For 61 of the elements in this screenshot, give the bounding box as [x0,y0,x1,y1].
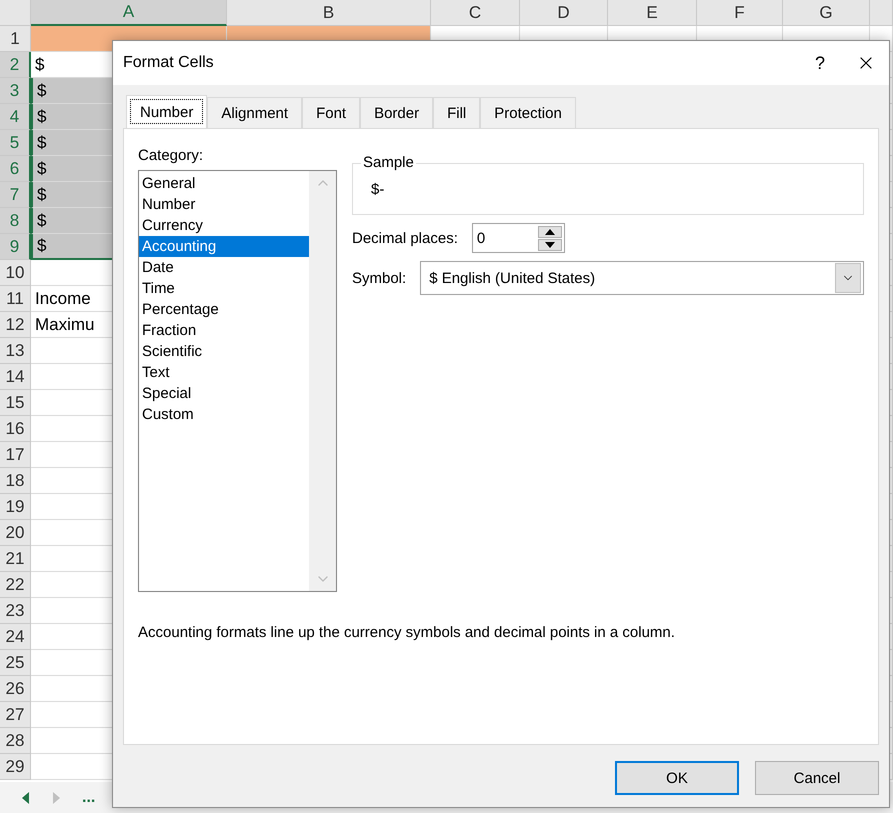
row-header[interactable]: 15 [0,390,31,416]
column-header[interactable]: C [431,0,520,26]
decimal-places-label: Decimal places: [352,230,458,246]
category-item[interactable]: Text [139,362,309,383]
row-header[interactable]: 12 [0,312,31,338]
category-item[interactable]: Accounting [139,236,309,257]
category-list[interactable]: General Number Currency Accounting Date Time Percentage Fraction Scientific Text Special Custom [138,170,337,592]
description-text: Accounting formats line up the currency symbols and decimal points in a column. [138,624,676,641]
row-header[interactable]: 28 [0,728,31,754]
more-sheets[interactable]: ... [82,788,96,806]
ok-button[interactable]: OK [615,761,739,795]
decimal-places-field[interactable]: 0 [472,223,565,253]
row-header[interactable]: 9 [0,234,31,260]
column-header[interactable]: B [227,0,431,26]
row-header[interactable]: 3 [0,78,31,104]
row-header[interactable]: 5 [0,130,31,156]
row-header[interactable]: 25 [0,650,31,676]
row-header[interactable]: 13 [0,338,31,364]
cancel-button[interactable]: Cancel [755,761,879,795]
row-header[interactable]: 14 [0,364,31,390]
row-header[interactable]: 20 [0,520,31,546]
column-header[interactable]: E [608,0,697,26]
row-header[interactable]: 1 [0,26,31,52]
category-item[interactable]: Date [139,257,309,278]
tab[interactable]: Font [302,97,360,128]
sample-value: $- [371,180,384,198]
tab[interactable]: Alignment [207,97,302,128]
row-header[interactable]: 27 [0,702,31,728]
row-header[interactable]: 11 [0,286,31,312]
row-header[interactable]: 26 [0,676,31,702]
dialog-title: Format Cells [123,54,215,72]
row-header[interactable]: 19 [0,494,31,520]
tab[interactable]: Fill [433,97,480,128]
column-header[interactable]: G [783,0,870,26]
symbol-dropdown[interactable]: $ English (United States) [420,261,864,295]
row-header[interactable]: 29 [0,754,31,780]
row-header[interactable]: 24 [0,624,31,650]
row-header[interactable]: 10 [0,260,31,286]
row-header[interactable]: 7 [0,182,31,208]
tab[interactable]: Border [360,97,434,128]
column-header[interactable]: F [697,0,783,26]
category-item[interactable]: Scientific [139,341,309,362]
category-item[interactable]: Special [139,383,309,404]
row-header[interactable]: 22 [0,572,31,598]
row-header[interactable]: 6 [0,156,31,182]
row-header[interactable]: 17 [0,442,31,468]
tab[interactable]: Protection [480,97,576,128]
row-header[interactable]: 8 [0,208,31,234]
sample-label: Sample [361,154,416,171]
row-header[interactable]: 2 [0,52,31,78]
row-header[interactable]: 4 [0,104,31,130]
row-header[interactable]: 16 [0,416,31,442]
tab[interactable]: Number [126,95,208,128]
column-header[interactable]: D [520,0,608,26]
row-header[interactable]: 21 [0,546,31,572]
category-item[interactable]: Custom [139,404,309,425]
column-header[interactable]: A [31,0,227,26]
row-header[interactable]: 23 [0,598,31,624]
row-header[interactable]: 18 [0,468,31,494]
help-button[interactable]: ? [797,41,843,85]
symbol-label: Symbol: [352,270,406,286]
